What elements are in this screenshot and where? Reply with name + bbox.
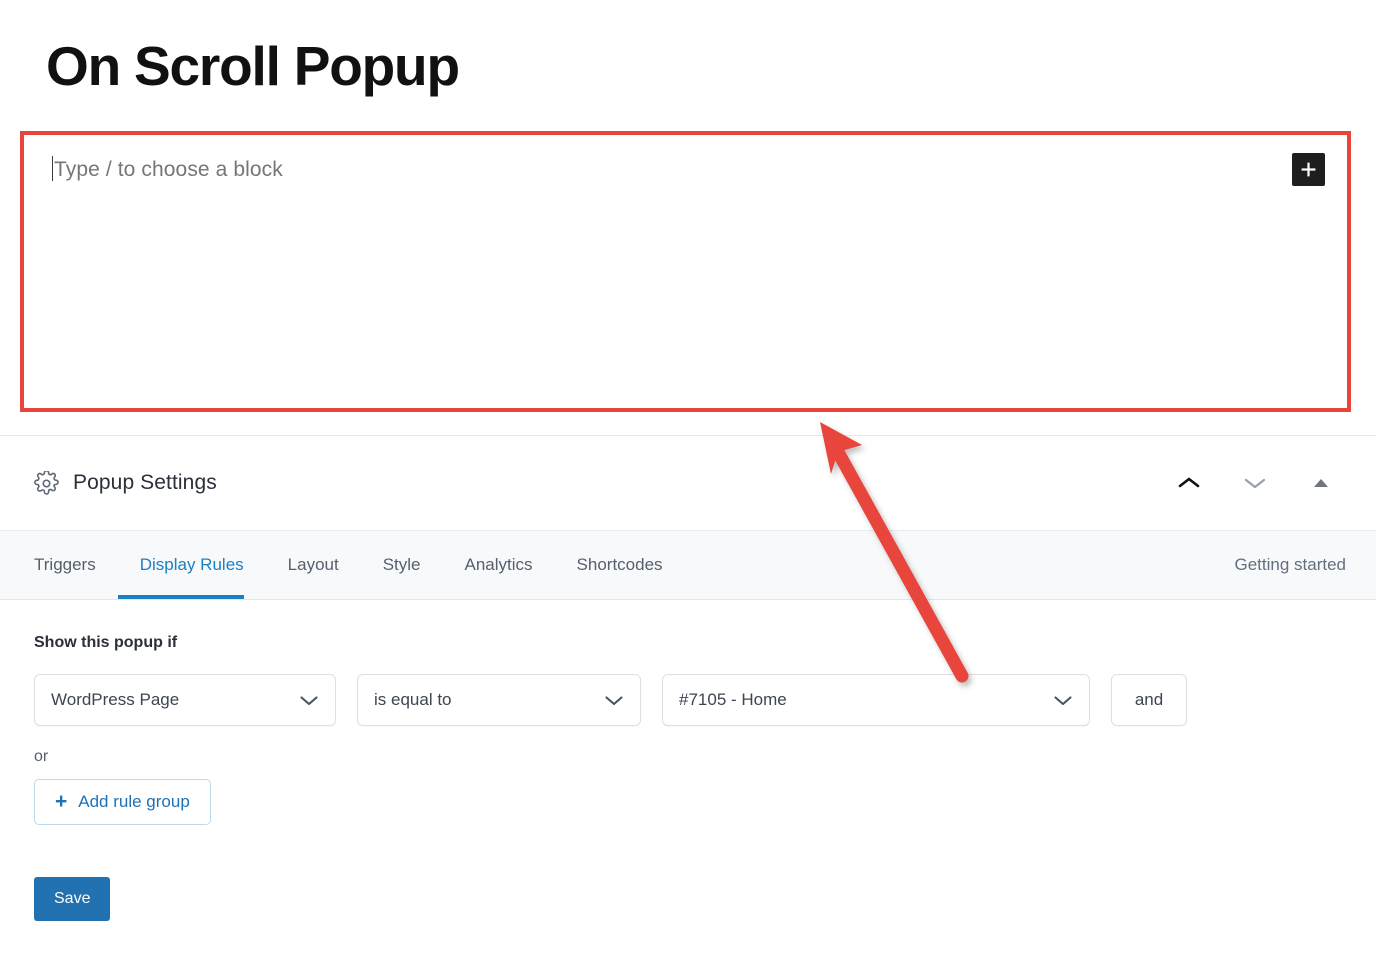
chevron-down-icon — [1244, 478, 1266, 489]
rule-value-select[interactable]: #7105 - Home — [662, 674, 1090, 726]
tab-style[interactable]: Style — [361, 531, 443, 599]
add-and-condition-button[interactable]: and — [1111, 674, 1187, 726]
popup-settings-header: Popup Settings — [0, 436, 1376, 530]
popup-settings-controls — [1176, 470, 1356, 496]
rule-operator-value: is equal to — [374, 690, 452, 709]
block-editor-canvas[interactable]: Type / to choose a block — [24, 135, 1347, 408]
block-placeholder-text: Type / to choose a block — [54, 158, 283, 181]
rule-operator-select[interactable]: is equal to — [357, 674, 641, 726]
save-button[interactable]: Save — [34, 877, 111, 921]
popup-settings-title-group: Popup Settings — [34, 470, 217, 496]
tab-triggers[interactable]: Triggers — [34, 531, 118, 599]
tab-label: Shortcodes — [576, 555, 663, 574]
page-title: On Scroll Popup — [46, 35, 460, 97]
show-popup-if-label: Show this popup if — [34, 634, 178, 651]
popup-settings-heading: Popup Settings — [73, 471, 217, 494]
rule-row: WordPress Page is equal to #7105 - Home — [34, 674, 1342, 726]
tab-layout[interactable]: Layout — [266, 531, 361, 599]
getting-started-link[interactable]: Getting started — [1234, 531, 1356, 599]
rule-subject-value: WordPress Page — [51, 690, 180, 709]
tab-display-rules[interactable]: Display Rules — [117, 531, 266, 599]
rule-value-value: #7105 - Home — [679, 690, 787, 709]
tab-label: Style — [382, 555, 421, 574]
chevron-down-icon — [590, 694, 624, 707]
tab-shortcodes[interactable]: Shortcodes — [555, 531, 685, 599]
block-placeholder-row[interactable]: Type / to choose a block — [52, 156, 283, 182]
triangle-up-icon — [1314, 479, 1328, 487]
gear-icon — [34, 470, 59, 496]
text-caret — [52, 156, 53, 181]
move-down-button[interactable] — [1242, 470, 1268, 496]
collapse-panel-button[interactable] — [1308, 470, 1334, 496]
or-label: or — [34, 748, 49, 765]
tab-label: Analytics — [464, 555, 533, 574]
block-editor-canvas-highlight: Type / to choose a block — [20, 131, 1351, 412]
settings-tabs: Triggers Display Rules Layout Style Anal… — [34, 531, 685, 599]
chevron-down-icon — [1039, 694, 1073, 707]
display-rules-panel: Show this popup if WordPress Page is equ… — [0, 600, 1376, 921]
add-rule-group-label: Add rule group — [78, 792, 190, 811]
settings-tabbar: Triggers Display Rules Layout Style Anal… — [0, 530, 1376, 600]
tab-analytics[interactable]: Analytics — [443, 531, 555, 599]
chevron-down-icon — [285, 694, 319, 707]
add-rule-group-button[interactable]: + Add rule group — [34, 779, 211, 825]
tab-label: Triggers — [34, 555, 96, 574]
plus-icon: + — [55, 789, 68, 813]
add-block-button[interactable] — [1292, 153, 1325, 186]
move-up-button[interactable] — [1176, 470, 1202, 496]
chevron-up-icon — [1178, 477, 1200, 488]
tab-label: Display Rules — [139, 555, 244, 574]
plus-icon — [1301, 162, 1316, 177]
tab-label: Layout — [287, 555, 339, 574]
rule-subject-select[interactable]: WordPress Page — [34, 674, 336, 726]
